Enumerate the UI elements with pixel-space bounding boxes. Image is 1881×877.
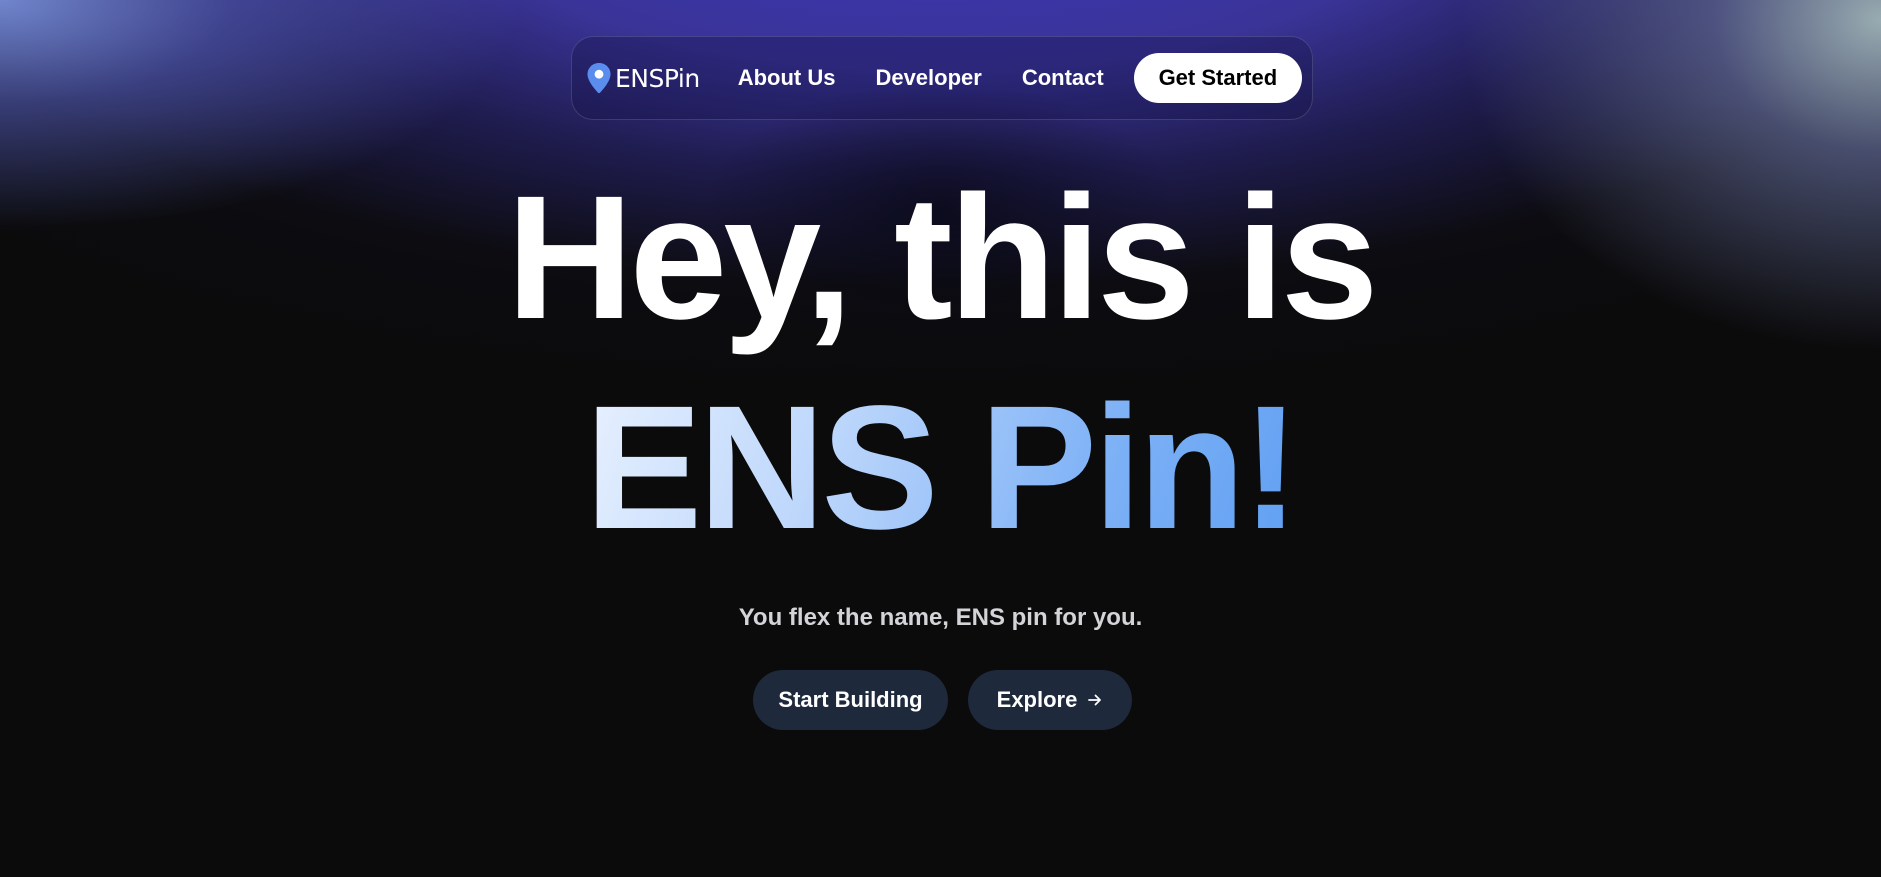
hero-actions: Start Building Explore <box>753 670 1132 730</box>
hero-subtitle: You flex the name, ENS pin for you. <box>738 604 1143 631</box>
map-pin-icon <box>586 62 612 94</box>
brand-name: ENSPin <box>615 63 700 93</box>
nav-link-contact[interactable]: Contact <box>1022 65 1104 91</box>
hero-heading-gradient-text: ENS Pin! <box>584 370 1300 566</box>
top-navigation: ENSPin About Us Developer Contact Get St… <box>571 36 1313 120</box>
explore-label: Explore <box>996 687 1078 712</box>
brand-logo[interactable]: ENSPin <box>586 62 700 94</box>
get-started-button[interactable]: Get Started <box>1133 53 1302 103</box>
nav-link-about-us[interactable]: About Us <box>738 65 836 91</box>
arrow-right-icon <box>1087 692 1103 708</box>
explore-button[interactable]: Explore <box>968 670 1132 730</box>
nav-link-developer[interactable]: Developer <box>875 65 981 91</box>
hero-heading-line1: Hey, this is <box>506 160 1378 356</box>
start-building-label: Start Building <box>778 687 923 712</box>
start-building-button[interactable]: Start Building <box>753 670 948 730</box>
hero-heading-line2: ENS Pin! <box>0 373 1881 563</box>
